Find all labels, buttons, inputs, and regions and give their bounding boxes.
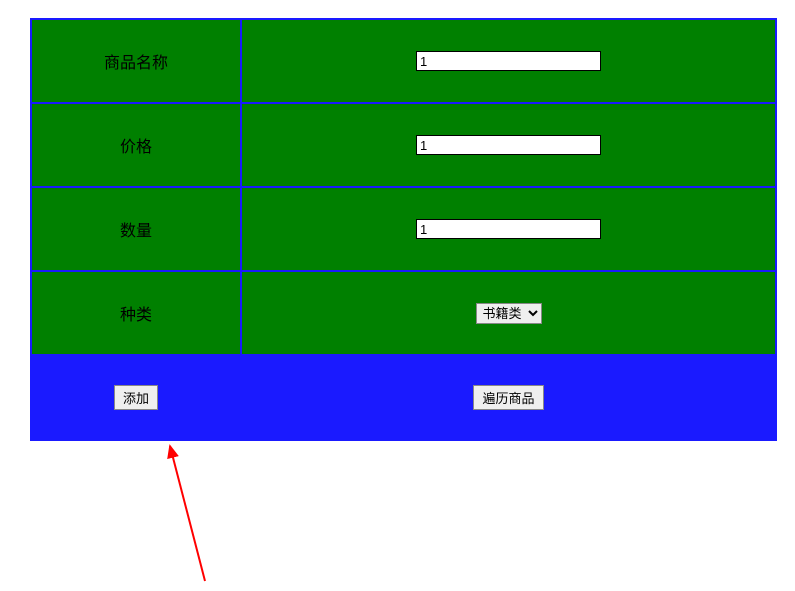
traverse-button[interactable]: 遍历商品 [473, 385, 543, 410]
price-row: 价格 [31, 103, 776, 187]
product-name-row: 商品名称 [31, 19, 776, 103]
add-button[interactable]: 添加 [114, 385, 158, 410]
price-label: 价格 [31, 103, 241, 187]
action-row: 添加 遍历商品 [31, 355, 776, 440]
quantity-row: 数量 [31, 187, 776, 271]
product-name-label: 商品名称 [31, 19, 241, 103]
traverse-button-cell: 遍历商品 [241, 355, 776, 440]
category-label: 种类 [31, 271, 241, 355]
quantity-input[interactable] [416, 219, 601, 239]
category-select-cell: 书籍类 [241, 271, 776, 355]
product-name-input[interactable] [416, 51, 601, 71]
quantity-label: 数量 [31, 187, 241, 271]
price-input[interactable] [416, 135, 601, 155]
price-input-cell [241, 103, 776, 187]
product-name-input-cell [241, 19, 776, 103]
add-button-cell: 添加 [31, 355, 241, 440]
category-select[interactable]: 书籍类 [476, 303, 542, 324]
product-form-table: 商品名称 价格 数量 种类 书籍类 添加 遍历商品 [30, 18, 777, 441]
annotation-arrow-container [30, 441, 795, 581]
quantity-input-cell [241, 187, 776, 271]
annotation-arrow-icon [110, 431, 230, 591]
category-row: 种类 书籍类 [31, 271, 776, 355]
